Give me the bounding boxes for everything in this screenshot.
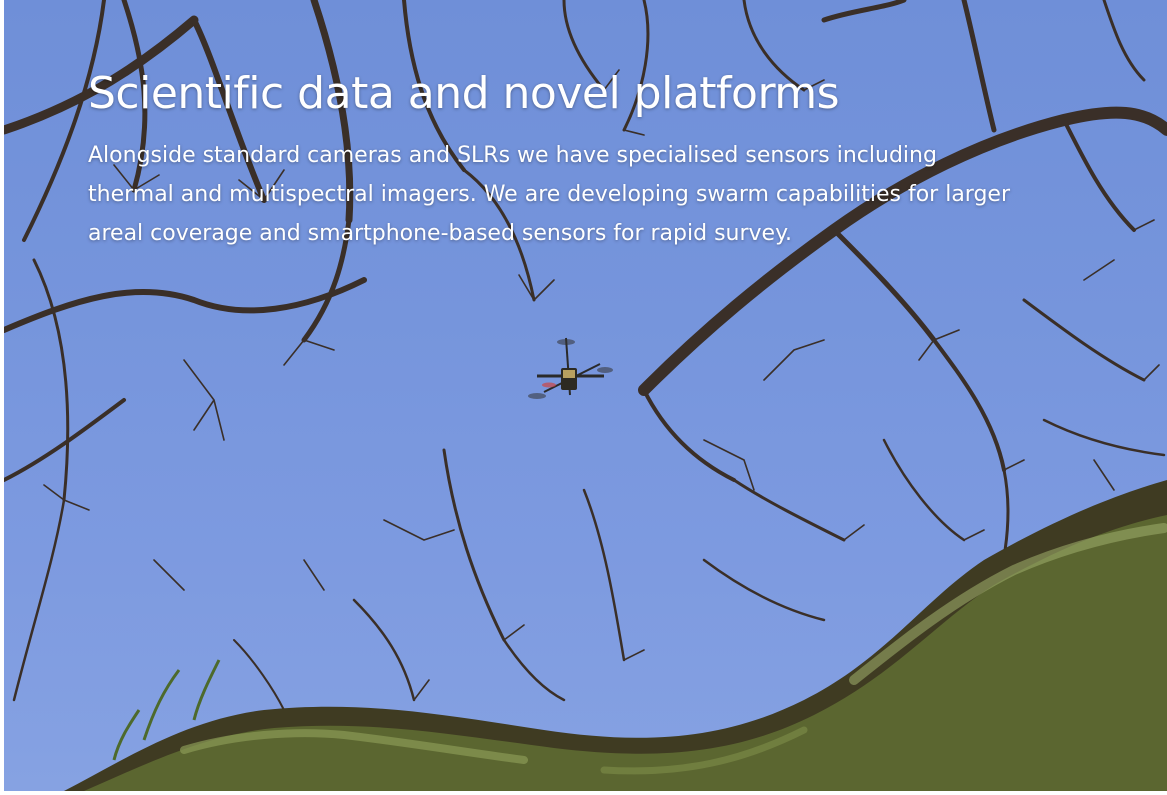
quadcopter-drone-icon (528, 337, 613, 399)
mossy-trunk (64, 480, 1167, 791)
photo-frame: Scientific data and novel platforms Alon… (4, 0, 1167, 791)
caption-heading: Scientific data and novel platforms (88, 68, 840, 119)
caption-body: Alongside standard cameras and SLRs we h… (88, 143, 1011, 246)
photo-caption: Scientific data and novel platforms Alon… (88, 62, 1048, 253)
